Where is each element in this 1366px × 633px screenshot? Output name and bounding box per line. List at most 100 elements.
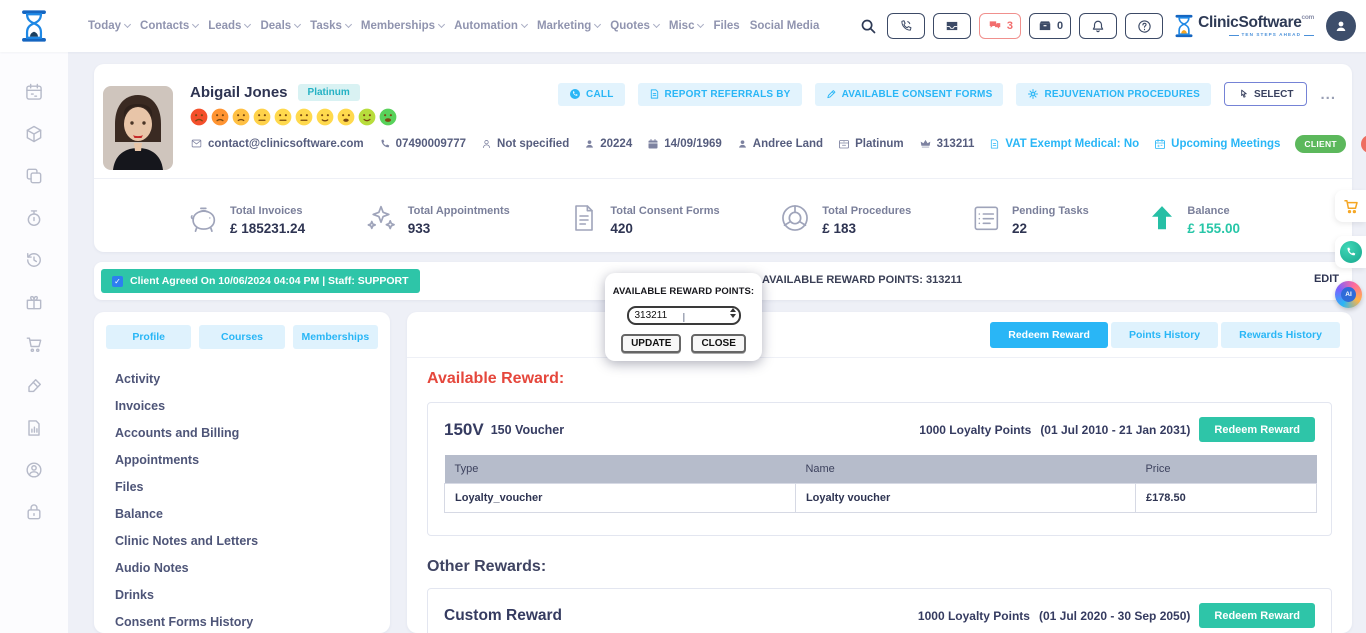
chevron-down-icon	[294, 21, 301, 28]
call-button[interactable]: CALL	[558, 83, 624, 106]
stat-value: 22	[1012, 221, 1089, 236]
menu-appointments[interactable]: Appointments	[115, 446, 390, 473]
menu-accounts-billing[interactable]: Accounts and Billing	[115, 419, 390, 446]
label-client[interactable]: CLIENT	[1295, 135, 1346, 153]
rejuvenation-button[interactable]: REJUVENATION PROCEDURES	[1016, 83, 1211, 106]
pos-drawer-button[interactable]: 0	[1029, 13, 1071, 39]
nav-leads[interactable]: Leads	[208, 20, 250, 32]
basket-float-button[interactable]	[1335, 190, 1366, 222]
chevron-down-icon	[521, 21, 528, 28]
more-options-button[interactable]: ...	[1320, 86, 1336, 103]
mood-1-icon[interactable]	[190, 108, 208, 126]
available-reward-heading: Available Reward:	[427, 370, 564, 388]
vat-status-link[interactable]: VAT Exempt Medical: No	[989, 138, 1139, 150]
chat-button[interactable]: 3	[979, 13, 1021, 39]
menu-balance[interactable]: Balance	[115, 500, 390, 527]
calendar-date-icon[interactable]	[24, 82, 44, 102]
client-agreed-banner[interactable]: ✓ Client Agreed On 10/06/2024 04:04 PM |…	[101, 269, 420, 293]
help-button[interactable]	[1125, 13, 1163, 39]
consent-forms-button[interactable]: AVAILABLE CONSENT FORMS	[815, 83, 1004, 106]
custom-reward-card: Custom Reward 1000 Loyalty Points (01 Ju…	[427, 588, 1332, 633]
nav-quotes[interactable]: Quotes	[610, 20, 659, 32]
menu-clinic-notes[interactable]: Clinic Notes and Letters	[115, 527, 390, 554]
nav-tasks[interactable]: Tasks	[310, 20, 351, 32]
col-name: Name	[795, 455, 1135, 483]
nav-automation[interactable]: Automation	[454, 20, 527, 32]
label-male[interactable]: MALE	[1361, 135, 1366, 153]
nav-files[interactable]: Files	[713, 20, 739, 32]
tab-courses[interactable]: Courses	[199, 325, 284, 349]
ai-assistant-button[interactable]: AI	[1335, 281, 1362, 308]
available-reward-card: 150V 150 Voucher 1000 Loyalty Points (01…	[427, 402, 1332, 536]
tab-points-history[interactable]: Points History	[1111, 322, 1218, 348]
mood-7-icon[interactable]	[316, 108, 334, 126]
package-icon[interactable]	[24, 124, 44, 144]
whatsapp-float-button[interactable]	[1335, 236, 1366, 268]
checkbox-checked-icon[interactable]: ✓	[112, 276, 123, 287]
copy-layers-icon[interactable]	[24, 166, 44, 186]
mood-3-icon[interactable]	[232, 108, 250, 126]
mood-2-icon[interactable]	[211, 108, 229, 126]
nav-today[interactable]: Today	[88, 20, 130, 32]
gift-icon[interactable]	[24, 292, 44, 312]
nav-marketing[interactable]: Marketing	[537, 20, 600, 32]
update-button[interactable]: UPDATE	[621, 334, 681, 353]
nav-social-media[interactable]: Social Media	[750, 20, 820, 32]
tab-profile[interactable]: Profile	[106, 325, 191, 349]
reward-name: Custom Reward	[444, 607, 562, 625]
nav-misc[interactable]: Misc	[669, 20, 704, 32]
person-icon	[1333, 18, 1349, 34]
inbox-button[interactable]	[933, 13, 971, 39]
upcoming-meetings-link[interactable]: Upcoming Meetings	[1154, 138, 1280, 150]
number-spinner[interactable]	[730, 308, 736, 318]
user-avatar[interactable]	[1326, 11, 1356, 41]
close-button[interactable]: CLOSE	[691, 334, 745, 353]
mood-4-icon[interactable]	[253, 108, 271, 126]
client-header-card: Abigail Jones Platinum CALL REPORT REFER…	[94, 64, 1352, 252]
mood-8-icon[interactable]	[337, 108, 355, 126]
client-photo[interactable]	[103, 86, 173, 170]
mood-6-icon[interactable]	[295, 108, 313, 126]
menu-consent-forms-history[interactable]: Consent Forms History	[115, 608, 390, 633]
app-logo[interactable]	[0, 10, 68, 42]
redeem-reward-button[interactable]: Redeem Reward	[1199, 603, 1315, 628]
edit-points-button[interactable]: EDIT	[1314, 273, 1339, 285]
tab-rewards-history[interactable]: Rewards History	[1221, 322, 1340, 348]
brand-logo[interactable]: ClinicSoftwarecom TEN STEPS AHEAD	[1175, 14, 1314, 38]
tab-redeem-reward[interactable]: Redeem Reward	[990, 322, 1108, 348]
report-chart-icon[interactable]	[24, 418, 44, 438]
nav-memberships[interactable]: Memberships	[361, 20, 444, 32]
ai-icon: AI	[1341, 287, 1356, 302]
mood-5-icon[interactable]	[274, 108, 292, 126]
brand-tld: com	[1302, 14, 1314, 21]
menu-files[interactable]: Files	[115, 473, 390, 500]
client-email[interactable]: contact@clinicsoftware.com	[190, 138, 364, 150]
donut-chart-icon	[778, 201, 812, 235]
cell-type: Loyalty_voucher	[445, 483, 796, 512]
notifications-button[interactable]	[1079, 13, 1117, 39]
client-phone[interactable]: 07490009777	[379, 138, 466, 150]
timer-icon[interactable]	[24, 208, 44, 228]
menu-activity[interactable]: Activity	[115, 365, 390, 392]
search-icon[interactable]	[860, 18, 877, 35]
menu-audio-notes[interactable]: Audio Notes	[115, 554, 390, 581]
cart-icon[interactable]	[24, 334, 44, 354]
tab-memberships[interactable]: Memberships	[293, 325, 378, 349]
table-row[interactable]: Loyalty_voucher Loyalty voucher £178.50	[445, 483, 1317, 512]
nav-contacts[interactable]: Contacts	[140, 20, 198, 32]
dialer-button[interactable]	[887, 13, 925, 39]
brush-icon[interactable]	[24, 376, 44, 396]
menu-invoices[interactable]: Invoices	[115, 392, 390, 419]
select-button[interactable]: SELECT	[1224, 82, 1307, 106]
mood-10-icon[interactable]	[379, 108, 397, 126]
client-loyalty-points: 313211	[919, 138, 975, 150]
user-clock-icon[interactable]	[24, 460, 44, 480]
nav-deals[interactable]: Deals	[260, 20, 300, 32]
report-referrals-button[interactable]: REPORT REFERRALS BY	[638, 83, 802, 106]
history-icon[interactable]	[24, 250, 44, 270]
menu-drinks[interactable]: Drinks	[115, 581, 390, 608]
reward-points: 1000 Loyalty Points	[918, 609, 1030, 623]
redeem-reward-button[interactable]: Redeem Reward	[1199, 417, 1315, 442]
lock-icon[interactable]	[24, 502, 44, 522]
mood-9-icon[interactable]	[358, 108, 376, 126]
